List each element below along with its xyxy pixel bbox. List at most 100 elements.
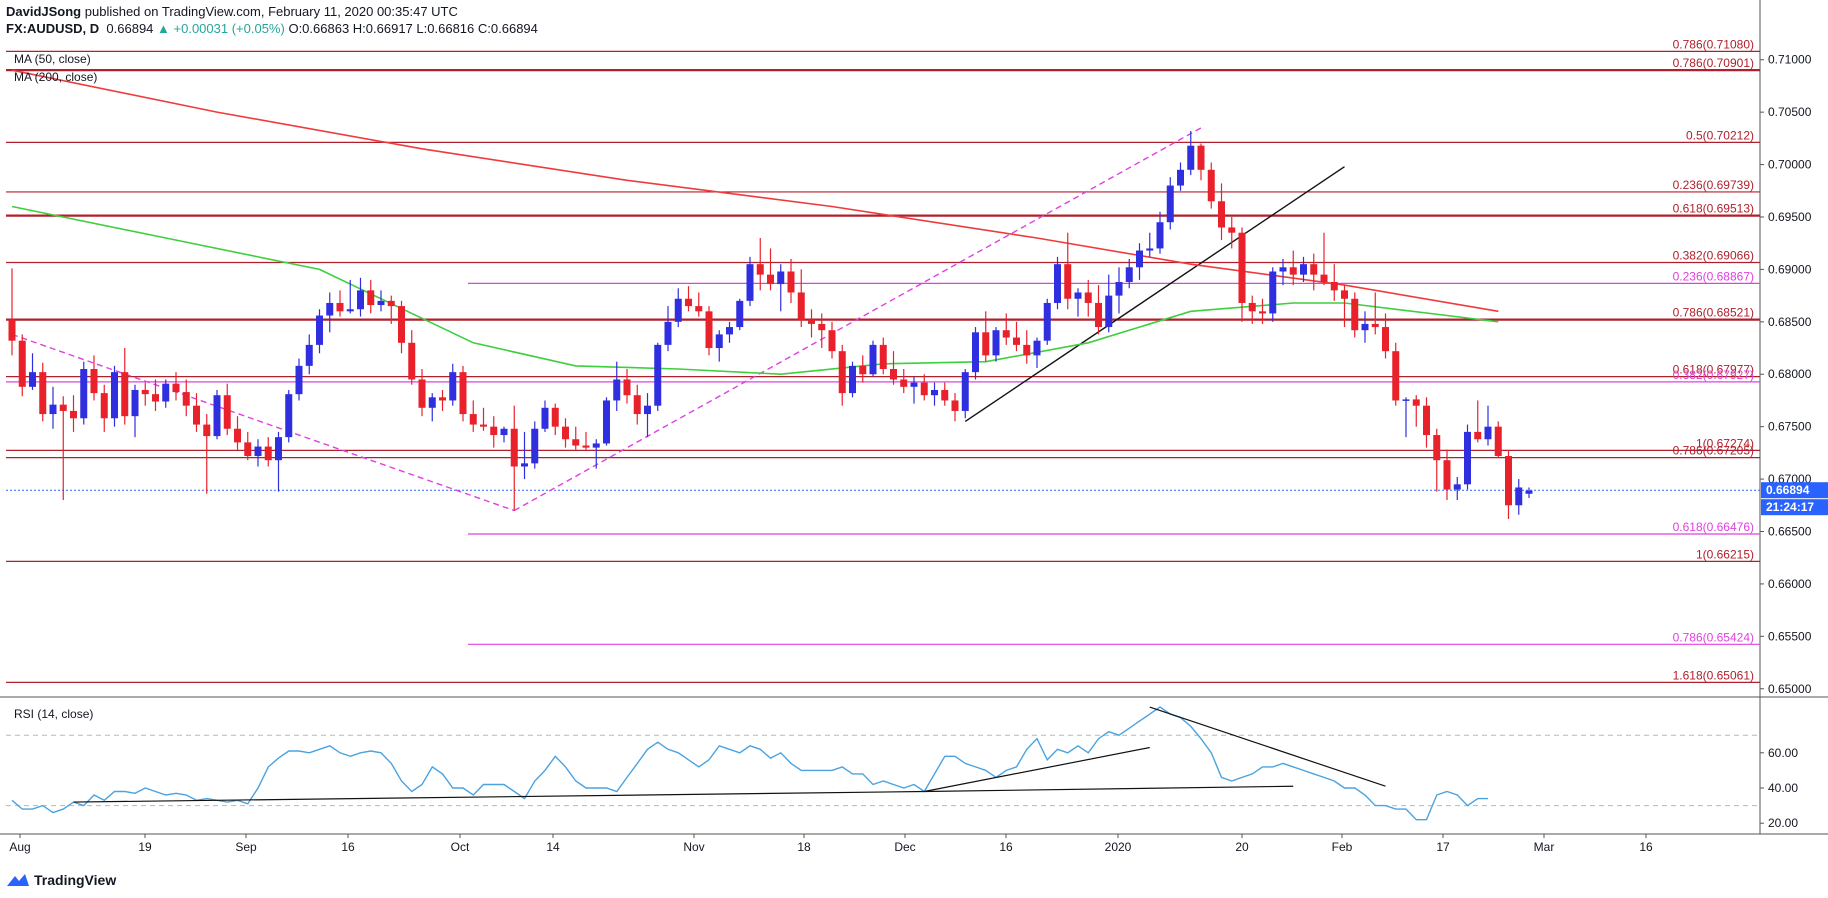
chart-canvas[interactable]: 0.786(0.71080) 0.786(0.70901) 0.5(0.70212)… (0, 0, 1828, 898)
candle-body (182, 392, 190, 406)
candle-body (162, 383, 170, 402)
candle-body (644, 405, 651, 415)
ma200-legend: MA (200, close) (14, 70, 97, 84)
candle-body (746, 264, 754, 301)
candle-body (336, 302, 344, 312)
countdown-badge-text: 21:24:17 (1766, 500, 1814, 514)
candle-body (992, 330, 1000, 356)
candle-body (1382, 327, 1389, 352)
candle-body (346, 309, 354, 312)
candle-body (1269, 271, 1277, 314)
rsi-tick-label: 60.00 (1768, 746, 1798, 760)
candle-body (1361, 323, 1369, 331)
fib-level-label: 0.382(0.69066) (1673, 248, 1754, 262)
rsi-trend-line (73, 790, 925, 803)
candle-body (131, 389, 139, 417)
candle-body (633, 395, 641, 415)
y-tick-label: 0.65000 (1768, 682, 1812, 696)
candle-body (1505, 456, 1512, 506)
candle-body (1392, 351, 1400, 401)
rsi-trend-line (1149, 706, 1386, 787)
candle-body (900, 379, 908, 387)
candle-body (1474, 431, 1482, 440)
candle-body (316, 315, 323, 345)
ma50-legend: MA (50, close) (14, 52, 91, 66)
candle-body (1115, 281, 1123, 296)
candle-body (172, 383, 180, 393)
candle-body (1525, 490, 1533, 494)
candle-body (849, 365, 856, 394)
candle-body (1300, 264, 1307, 275)
y-tick-label: 0.66000 (1768, 577, 1812, 591)
tradingview-logo[interactable]: TradingView (6, 872, 116, 888)
candle-body (1515, 487, 1523, 506)
candle-body (1248, 302, 1256, 312)
x-tick-label: 17 (1436, 840, 1450, 854)
candle-body (203, 424, 211, 437)
candle-body (254, 446, 262, 457)
x-tick-label: 2020 (1105, 840, 1132, 854)
candle-body (80, 369, 88, 419)
rsi-trend-line (924, 785, 1294, 793)
fib-level-label: 0.786(0.70901) (1673, 56, 1754, 70)
candle-body (1166, 185, 1174, 223)
candle-body (111, 372, 118, 419)
x-tick-label: Dec (894, 840, 915, 854)
fib-level-label: 0.236(0.69739) (1673, 178, 1754, 192)
candle-body (234, 428, 241, 443)
candle-body (1207, 169, 1215, 202)
candle-body (469, 414, 477, 425)
rsi-tick-label: 20.00 (1768, 816, 1798, 830)
candle-body (1043, 302, 1051, 341)
candle-body (941, 389, 949, 401)
candle-body (705, 311, 713, 349)
candle-body (387, 300, 395, 307)
candle-body (910, 382, 918, 387)
x-tick-label: 16 (341, 840, 355, 854)
candle-body (582, 445, 590, 448)
candle-body (797, 292, 805, 320)
x-tick-label: 16 (1639, 840, 1653, 854)
candle-body (449, 372, 457, 401)
candle-body (603, 400, 610, 444)
candle-body (1433, 435, 1441, 461)
candle-body (152, 394, 159, 402)
rsi-trend-line (924, 746, 1150, 793)
candle-body (49, 404, 57, 415)
candle-body (736, 300, 744, 328)
y-tick-label: 0.68000 (1768, 367, 1812, 381)
fib-level-label: 0.786(0.67205) (1673, 444, 1754, 458)
candle-body (961, 372, 969, 411)
candle-body (70, 410, 77, 419)
y-tick-label: 0.68500 (1768, 315, 1812, 329)
candle-body (1279, 267, 1287, 272)
candle-body (756, 264, 764, 275)
candle-body (1084, 292, 1092, 303)
candle-body (767, 274, 774, 285)
candle-body (29, 372, 36, 387)
candle-body (931, 389, 938, 396)
x-tick-label: Mar (1534, 840, 1555, 854)
y-tick-label: 0.69500 (1768, 210, 1812, 224)
candle-body (1105, 295, 1113, 328)
trend-line (964, 166, 1345, 423)
fib-level-label: 0.5(0.70212) (1686, 128, 1754, 142)
rsi-line (11, 706, 1488, 821)
candle-body (1023, 344, 1031, 356)
candle-body (982, 332, 990, 356)
x-tick-label: 16 (999, 840, 1013, 854)
y-tick-label: 0.71000 (1768, 53, 1812, 67)
fib-level-label: 0.236(0.68867) (1673, 269, 1754, 283)
candle-body (1074, 292, 1082, 299)
candle-body (1412, 399, 1420, 406)
fib-level-label: 0.786(0.65424) (1673, 630, 1754, 644)
candle-body (398, 306, 405, 343)
candle-body (664, 321, 672, 345)
x-tick-label: Oct (451, 840, 470, 854)
candle-body (1146, 248, 1154, 251)
fib-level-label: 1.618(0.65061) (1673, 668, 1754, 682)
candle-body (1095, 302, 1102, 328)
candle-body (1187, 145, 1195, 170)
candle-body (510, 428, 518, 467)
candle-body (1197, 145, 1205, 170)
